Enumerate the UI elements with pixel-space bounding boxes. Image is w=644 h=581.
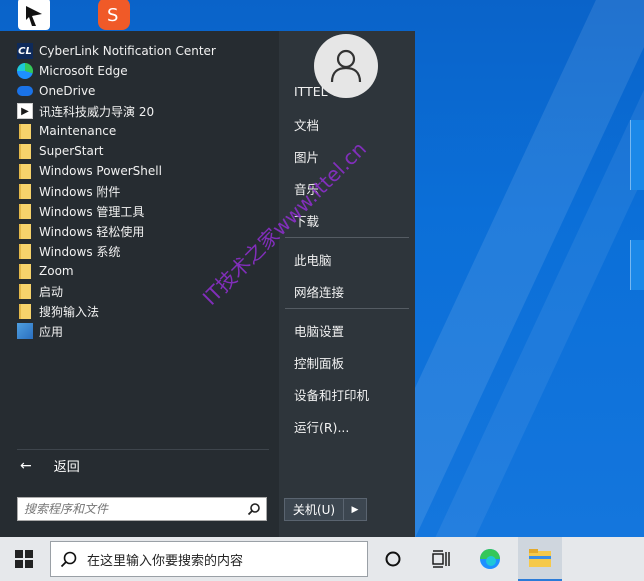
search-icon[interactable] [242,498,266,520]
sogou-icon[interactable]: S [98,0,130,30]
folder-icon [17,243,33,259]
taskbar-search-box[interactable]: 在这里输入你要搜索的内容 [50,541,368,577]
program-label: Windows 系统 [39,244,121,259]
folder-icon [17,143,33,159]
program-label: Windows 轻松使用 [39,224,145,239]
program-label: Maintenance [39,124,117,138]
edge-icon [480,549,500,569]
program-label: Microsoft Edge [39,64,128,78]
program-item[interactable]: Zoom [17,261,74,281]
folder-icon [17,283,33,299]
start-button[interactable] [0,537,48,581]
divider [17,449,269,450]
cortana-button[interactable] [371,537,415,581]
program-item[interactable]: SuperStart [17,141,103,161]
program-item[interactable]: Windows 管理工具 [17,201,144,221]
program-item[interactable]: 启动 [17,281,63,301]
folder-icon [17,123,33,139]
taskbar: 在这里输入你要搜索的内容 [0,537,644,581]
network-connections-link[interactable]: 网络连接 [294,282,344,301]
program-item[interactable]: Windows PowerShell [17,161,162,181]
pc-settings-link[interactable]: 电脑设置 [294,321,344,340]
program-item[interactable]: Windows 轻松使用 [17,221,144,241]
user-name-link[interactable]: ITTEL [294,84,328,99]
search-icon [51,550,87,568]
task-view-button[interactable] [419,537,463,581]
desktop-shortcut-icon[interactable] [18,0,50,30]
back-button[interactable]: ← 返回 [20,456,80,476]
taskbar-search-text: 在这里输入你要搜索的内容 [87,553,244,569]
edge-icon [17,63,33,79]
shutdown-options-button[interactable]: ▶ [344,498,367,521]
cyberlink-icon: CL [17,43,33,59]
cortana-circle-icon [385,551,401,567]
run-link[interactable]: 运行(R)... [294,417,349,436]
program-label: 应用 [39,324,64,339]
folder-icon [17,263,33,279]
program-item[interactable]: 搜狗输入法 [17,301,99,321]
folder-icon [529,549,551,567]
task-view-icon [432,550,450,568]
powerdirector-icon: ▶ [17,103,33,119]
folder-icon [17,163,33,179]
folder-icon [17,303,33,319]
triangle-right-icon: ▶ [351,504,359,515]
program-item[interactable]: ▶ 讯连科技威力导演 20 [17,101,154,121]
program-item[interactable]: Windows 附件 [17,181,120,201]
this-pc-link[interactable]: 此电脑 [294,250,332,269]
shutdown-control: 关机(U) ▶ [284,498,367,521]
program-search-input[interactable] [18,498,242,520]
back-label: 返回 [53,460,80,475]
documents-link[interactable]: 文档 [294,115,319,134]
program-label: CyberLink Notification Center [39,44,216,58]
onedrive-icon [17,83,33,99]
window-edge [630,240,644,290]
file-explorer-button[interactable] [518,537,562,581]
program-search-box[interactable] [17,497,267,521]
program-label: OneDrive [39,84,96,98]
program-item[interactable]: OneDrive [17,81,95,101]
apps-icon [17,323,33,339]
program-label: 讯连科技威力导演 20 [39,104,155,119]
window-edge [630,120,644,190]
folder-icon [17,183,33,199]
program-label: SuperStart [39,144,104,158]
pictures-link[interactable]: 图片 [294,147,319,166]
folder-icon [17,223,33,239]
program-label: Windows PowerShell [39,164,162,178]
program-item[interactable]: Microsoft Edge [17,61,128,81]
program-label: 启动 [39,284,64,299]
folder-icon [17,203,33,219]
program-item[interactable]: Windows 系统 [17,241,120,261]
divider [285,237,409,238]
user-icon [330,49,362,83]
program-label: 搜狗输入法 [39,304,100,319]
divider [285,308,409,309]
shutdown-button[interactable]: 关机(U) [284,498,344,521]
program-item[interactable]: Maintenance [17,121,116,141]
program-label: Windows 管理工具 [39,204,145,219]
arrow-left-icon: ← [20,457,32,474]
control-panel-link[interactable]: 控制面板 [294,353,344,372]
program-item[interactable]: 应用 [17,321,63,341]
program-label: Windows 附件 [39,184,121,199]
edge-taskbar-button[interactable] [468,537,512,581]
svg-text:S: S [107,5,118,26]
program-item[interactable]: CL CyberLink Notification Center [17,41,216,61]
windows-logo-icon [15,550,33,568]
program-label: Zoom [39,264,74,278]
devices-printers-link[interactable]: 设备和打印机 [294,385,369,404]
